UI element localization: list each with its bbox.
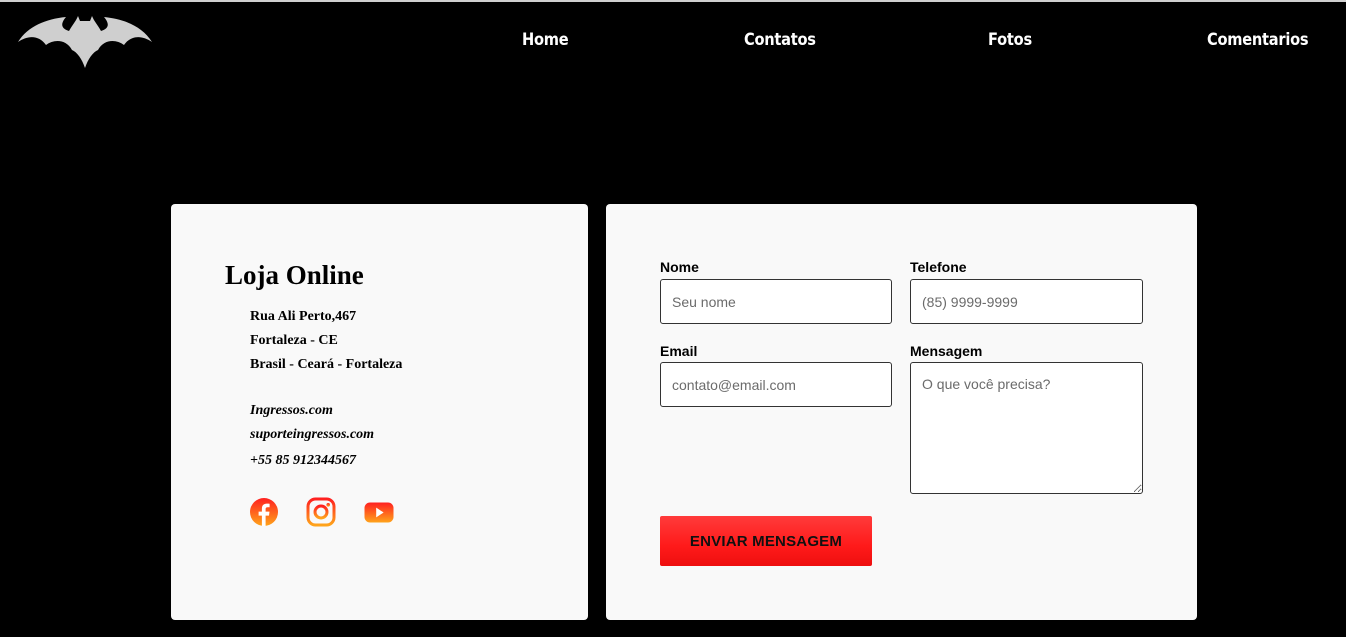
contact-line: Ingressos.com xyxy=(250,403,333,418)
bat-logo-icon[interactable] xyxy=(16,12,154,70)
top-border xyxy=(0,0,1346,2)
email-input[interactable] xyxy=(660,362,892,407)
contact-line: +55 85 912344567 xyxy=(250,453,356,468)
mensagem-textarea[interactable] xyxy=(910,362,1143,494)
address-line: Fortaleza - CE xyxy=(250,333,338,348)
facebook-icon[interactable] xyxy=(249,497,279,527)
nav-contatos[interactable]: Contatos xyxy=(744,30,816,50)
contact-form-card: Nome Telefone Email Mensagem ENVIAR MENS… xyxy=(606,204,1197,620)
contact-line: suporteingressos.com xyxy=(250,427,375,442)
store-info-card: Loja Online Rua Ali Perto,467 Fortaleza … xyxy=(171,204,588,620)
address-line: Rua Ali Perto,467 xyxy=(250,309,357,324)
email-label: Email xyxy=(660,343,698,359)
address-line: Brasil - Ceará - Fortaleza xyxy=(250,357,403,372)
nome-input[interactable] xyxy=(660,279,892,324)
mensagem-label: Mensagem xyxy=(910,343,983,359)
telefone-label: Telefone xyxy=(910,259,967,275)
nav-fotos[interactable]: Fotos xyxy=(988,30,1032,50)
nome-label: Nome xyxy=(660,259,699,275)
instagram-icon[interactable] xyxy=(306,497,336,527)
store-title: Loja Online xyxy=(225,260,364,290)
telefone-input[interactable] xyxy=(910,279,1143,324)
youtube-icon[interactable] xyxy=(364,497,394,527)
nav-comentarios[interactable]: Comentarios xyxy=(1207,30,1309,50)
nav-home[interactable]: Home xyxy=(522,30,569,50)
send-message-button[interactable]: ENVIAR MENSAGEM xyxy=(660,516,872,566)
